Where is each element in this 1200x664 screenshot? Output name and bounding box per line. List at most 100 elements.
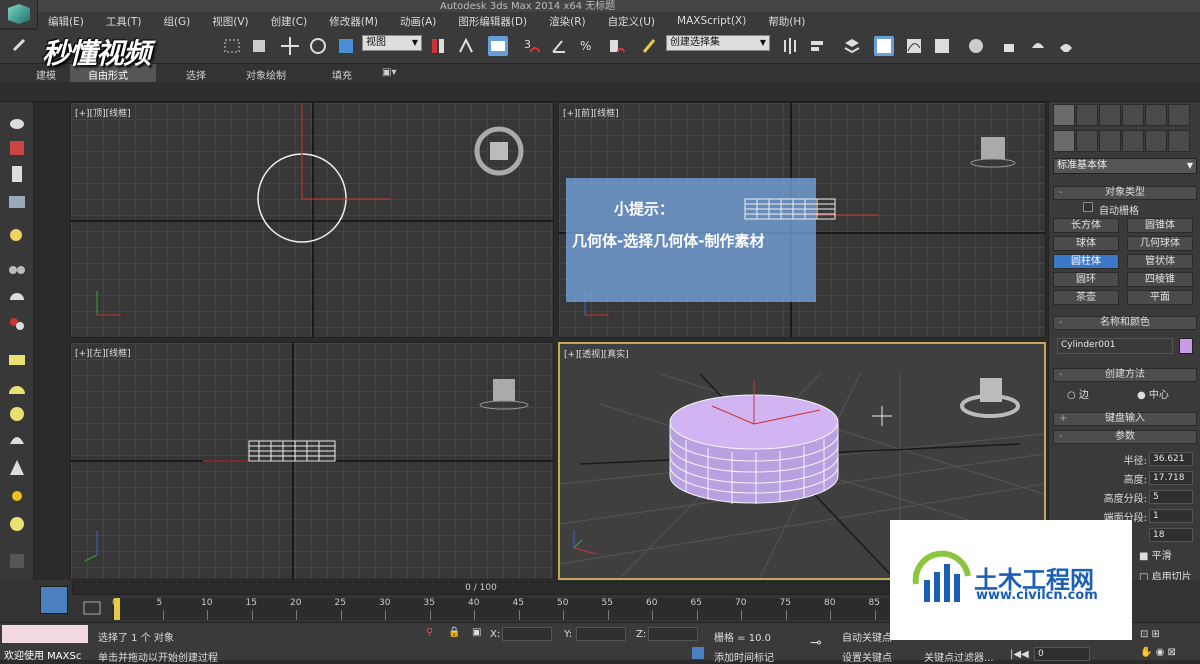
parameters-rollout[interactable]: - 参数: [1053, 430, 1197, 444]
rotate-icon[interactable]: [308, 36, 328, 56]
ribbon-tab-populate[interactable]: 填充: [316, 64, 376, 82]
material-editor-icon[interactable]: [966, 36, 986, 56]
shell-icon[interactable]: [7, 430, 27, 450]
autogrid-checkbox[interactable]: [1083, 202, 1093, 212]
primitive-type-select[interactable]: 标准基本体 ▼: [1053, 158, 1197, 174]
isolate-icon[interactable]: ⚲: [426, 627, 433, 638]
sphere-primitive-icon[interactable]: [7, 404, 27, 424]
absolute-mode-icon[interactable]: ▣: [472, 627, 481, 638]
zoom-extents-icon[interactable]: ⊡ ⊞: [1140, 629, 1160, 640]
move-icon[interactable]: [280, 36, 300, 56]
edit-named-selection-icon[interactable]: [640, 36, 660, 56]
teapot-button[interactable]: 茶壶: [1053, 290, 1119, 305]
tube-button[interactable]: 管状体: [1127, 254, 1193, 269]
method-edge-radio[interactable]: ○ 边: [1067, 386, 1089, 401]
curve-editor-icon[interactable]: [904, 36, 924, 56]
spinner-snap-icon[interactable]: [606, 36, 626, 56]
geometry-icon[interactable]: [1053, 130, 1075, 152]
plane-button[interactable]: 平面: [1127, 290, 1193, 305]
menu-animation[interactable]: 动画(A): [400, 14, 436, 29]
viewport-top[interactable]: [+][顶][线框]: [70, 102, 554, 338]
menu-graph-editors[interactable]: 图形编辑器(D): [458, 14, 527, 29]
display-tab-icon[interactable]: [1145, 104, 1167, 126]
ball-icon[interactable]: [7, 514, 27, 534]
viewport-layout-icon[interactable]: [40, 586, 68, 614]
link-chain-icon[interactable]: [7, 260, 27, 280]
align-icon[interactable]: [808, 36, 828, 56]
select-manipulate-icon[interactable]: [456, 36, 476, 56]
angle-snap-icon[interactable]: [550, 36, 570, 56]
x-coord-input[interactable]: [502, 627, 552, 641]
select-object-icon[interactable]: [250, 36, 270, 56]
menu-customize[interactable]: 自定义(U): [608, 14, 655, 29]
set-key-button[interactable]: 设置关键点: [842, 649, 892, 664]
go-to-start-icon[interactable]: |◀◀: [1010, 649, 1029, 660]
cap-segments-input[interactable]: 1: [1149, 509, 1193, 523]
window-crossing-icon[interactable]: [222, 36, 242, 56]
menu-edit[interactable]: 编辑(E): [48, 14, 84, 29]
ribbon-tab-object-paint[interactable]: 对象绘制: [236, 64, 316, 82]
reference-coordinate-select[interactable]: 视图 ▼: [362, 35, 422, 51]
viewport-left[interactable]: [+][左][线框]: [70, 342, 554, 580]
torus-button[interactable]: 圆环: [1053, 272, 1119, 287]
object-type-rollout[interactable]: - 对象类型: [1053, 186, 1197, 200]
maxscript-listener[interactable]: [2, 625, 88, 643]
keyboard-shortcut-override-icon[interactable]: [488, 36, 508, 56]
object-name-input[interactable]: Cylinder001: [1057, 338, 1173, 354]
time-tag-icon[interactable]: [692, 647, 704, 659]
list-icon[interactable]: [7, 164, 27, 184]
named-selection-set-select[interactable]: 创建选择集 ▼: [666, 35, 770, 51]
object-color-swatch[interactable]: [1179, 338, 1193, 354]
menu-help[interactable]: 帮助(H): [768, 14, 805, 29]
current-frame-input[interactable]: 0: [1034, 647, 1090, 661]
radius-input[interactable]: 36.621: [1149, 452, 1193, 466]
snap-toggle-icon[interactable]: 3: [522, 36, 542, 56]
sun-icon[interactable]: [7, 486, 27, 506]
menu-tools[interactable]: 工具(T): [106, 14, 142, 29]
timeline-current-frame-marker[interactable]: [114, 598, 120, 620]
auto-key-button[interactable]: 自动关键点: [842, 629, 892, 644]
viewport-front-label[interactable]: [+][前][线框]: [563, 106, 619, 119]
track-bar-toggle-icon[interactable]: [80, 598, 104, 620]
menu-maxscript[interactable]: MAXScript(X): [677, 15, 746, 27]
spacewarps-icon[interactable]: [1168, 130, 1190, 152]
ribbon-options-icon[interactable]: ▣▾: [376, 64, 396, 82]
height-input[interactable]: 17.718: [1149, 471, 1193, 485]
geosphere-button[interactable]: 几何球体: [1127, 236, 1193, 251]
render-frame-icon[interactable]: [1028, 36, 1048, 56]
material-icon[interactable]: [7, 138, 27, 158]
lights-icon[interactable]: [1099, 130, 1121, 152]
viewport-top-label[interactable]: [+][顶][线框]: [75, 106, 131, 119]
cone-button[interactable]: 圆锥体: [1127, 218, 1193, 233]
schematic-view-icon[interactable]: [932, 36, 952, 56]
key-icon[interactable]: ⊸: [810, 635, 822, 651]
viewport-left-label[interactable]: [+][左][线框]: [75, 346, 131, 359]
viewport-perspective-label[interactable]: [+][透视][真实]: [564, 347, 629, 360]
sphere-button[interactable]: 球体: [1053, 236, 1119, 251]
creation-method-rollout[interactable]: - 创建方法: [1053, 368, 1197, 382]
y-coord-input[interactable]: [576, 627, 626, 641]
cylinder-button[interactable]: 圆柱体: [1053, 254, 1119, 269]
menu-rendering[interactable]: 渲染(R): [549, 14, 586, 29]
table-icon[interactable]: [7, 192, 27, 212]
layer-manager-icon[interactable]: [842, 36, 862, 56]
track-bar[interactable]: 0510152025303540455055606570758085: [112, 598, 892, 620]
modify-tab-icon[interactable]: [1076, 104, 1098, 126]
ribbon-tab-selection[interactable]: 选择: [156, 64, 236, 82]
mirror-icon[interactable]: [780, 36, 800, 56]
link-icon[interactable]: [10, 36, 30, 56]
menu-group[interactable]: 组(G): [163, 14, 190, 29]
menu-views[interactable]: 视图(V): [212, 14, 248, 29]
cone-primitive-icon[interactable]: [7, 458, 27, 478]
time-slider[interactable]: 0 / 100: [72, 581, 890, 595]
render-production-icon[interactable]: [1056, 36, 1076, 56]
menu-modifiers[interactable]: 修改器(M): [329, 14, 378, 29]
expand-toolbar-icon[interactable]: [10, 554, 24, 568]
teapot-icon[interactable]: [7, 112, 27, 132]
particle-icon[interactable]: [7, 314, 27, 334]
lock-icon[interactable]: 🔒: [448, 627, 460, 638]
name-color-rollout[interactable]: - 名称和颜色: [1053, 316, 1197, 330]
app-menu-button[interactable]: [0, 0, 38, 28]
cameras-icon[interactable]: [1122, 130, 1144, 152]
graphite-tools-icon[interactable]: [874, 36, 894, 56]
